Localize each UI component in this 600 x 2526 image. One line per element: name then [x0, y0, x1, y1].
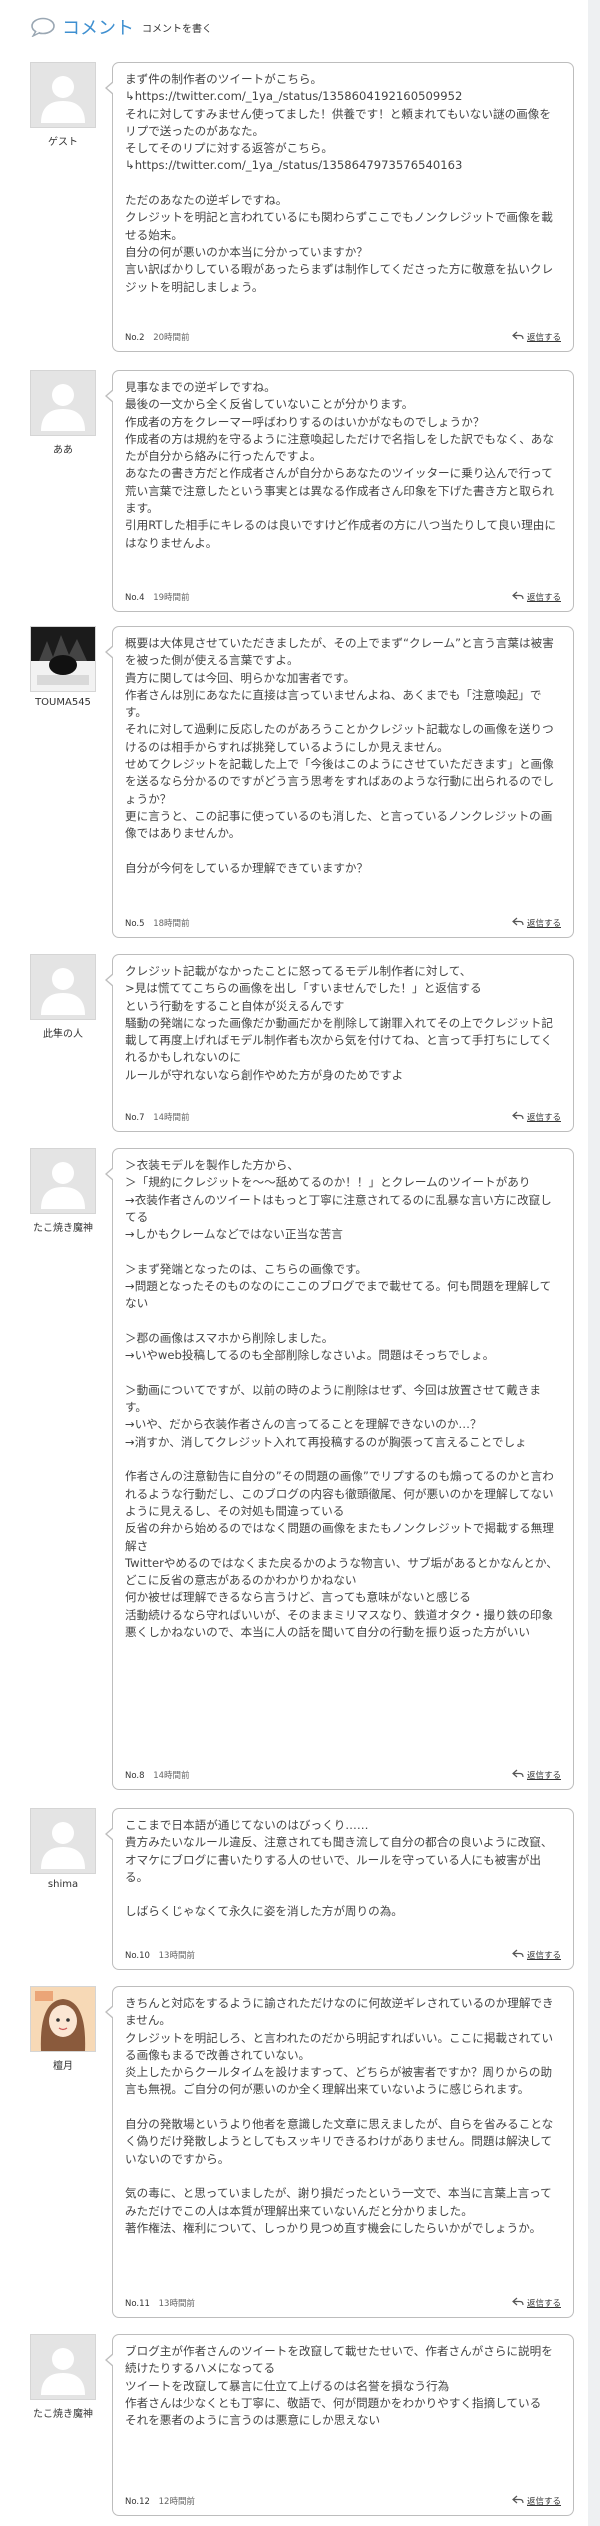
comment-body: ブログ主が作者さんのツイートを改竄して載せたせいで、作者さんがさらに説明を続けた… — [125, 2344, 553, 2428]
reply-button[interactable]: 返信する — [512, 1111, 561, 1123]
reply-button[interactable]: 返信する — [512, 1949, 561, 1961]
reply-button[interactable]: 返信する — [512, 2495, 561, 2507]
reply-arrow-icon — [512, 331, 524, 343]
reply-button[interactable]: 返信する — [512, 2297, 561, 2309]
reply-button[interactable]: 返信する — [512, 1769, 561, 1781]
comment-author: ああ — [30, 370, 96, 456]
comment-author: たこ焼き魔神 — [30, 2334, 96, 2420]
comment-card: ブログ主が作者さんのツイートを改竄して載せたせいで、作者さんがさらに説明を続けた… — [105, 2334, 574, 2516]
comment-timestamp: 18時間前 — [153, 919, 190, 929]
reply-arrow-icon — [512, 2297, 524, 2309]
comment-meta: No.2 20時間前 返信する — [125, 331, 561, 345]
author-name: 檀月 — [53, 2061, 73, 2072]
speech-bubble-icon — [30, 17, 56, 38]
author-name: ゲスト — [48, 137, 78, 148]
reply-label: 返信する — [526, 1951, 561, 1961]
avatar[interactable] — [30, 954, 96, 1020]
comment-number: No.10 — [125, 1951, 150, 1961]
comment-meta: No.11 13時間前 返信する — [125, 2297, 561, 2311]
reply-arrow-icon — [512, 591, 524, 603]
reply-label: 返信する — [526, 919, 561, 929]
comment-card: ここまで日本語が通じてないのはびっくり…… 貴方みたいなルール違反、注意されても… — [105, 1808, 574, 1970]
comment-body: 見事なまでの逆ギレですね。 最後の一文から全く反省していないことが分かります。 … — [125, 380, 556, 550]
comment-meta: No.7 14時間前 返信する — [125, 1111, 561, 1125]
comment-author: 此隼の人 — [30, 954, 96, 1040]
comment-number: No.8 — [125, 1771, 145, 1781]
reply-label: 返信する — [526, 1771, 561, 1781]
avatar[interactable] — [30, 62, 96, 128]
comment-author: shima — [30, 1808, 96, 1890]
comment-body: ここまで日本語が通じてないのはびっくり…… 貴方みたいなルール違反、注意されても… — [125, 1818, 553, 1919]
write-comment-link[interactable]: コメントを書く — [142, 20, 212, 35]
comment-card: 見事なまでの逆ギレですね。 最後の一文から全く反省していないことが分かります。 … — [105, 370, 574, 612]
avatar[interactable] — [30, 626, 96, 692]
comment-body: きちんと対応をするように諭されただけなのに何故逆ギレされているのか理解できません… — [125, 1996, 554, 2235]
comment-meta: No.4 19時間前 返信する — [125, 591, 561, 605]
avatar[interactable] — [30, 370, 96, 436]
comment-author: たこ焼き魔神 — [30, 1148, 96, 1234]
comment-body: ＞衣装モデルを製作した方から、 ＞「規約にクレジットを〜〜舐めてるのか！！」とク… — [125, 1158, 558, 1640]
comment-body: まず件の制作者のツイートがこちら。 ↳https://twitter.com/_… — [125, 72, 554, 294]
avatar[interactable] — [30, 1986, 96, 2052]
comment-body: 概要は大体見させていただきましたが、その上でまず“クレーム”と言う言葉は被害を被… — [125, 636, 554, 875]
comment-timestamp: 19時間前 — [153, 593, 190, 603]
comment-number: No.12 — [125, 2497, 150, 2507]
reply-label: 返信する — [526, 333, 561, 343]
comments-page: { "header": { "title": "コメント", "write_li… — [0, 0, 600, 2526]
avatar[interactable] — [30, 1808, 96, 1874]
page-scroll-rail[interactable] — [588, 0, 600, 2526]
reply-label: 返信する — [526, 2299, 561, 2309]
reply-button[interactable]: 返信する — [512, 331, 561, 343]
comment-timestamp: 13時間前 — [158, 2299, 195, 2309]
reply-button[interactable]: 返信する — [512, 917, 561, 929]
comment-timestamp: 13時間前 — [158, 1951, 195, 1961]
comment-body: クレジット記載がなかったことに怒ってるモデル制作者に対して、 >見は慌ててこちら… — [125, 964, 553, 1082]
comments-header: コメント コメントを書く — [30, 14, 212, 40]
author-name: TOUMA545 — [35, 697, 91, 708]
comment-number: No.2 — [125, 333, 145, 343]
avatar[interactable] — [30, 2334, 96, 2400]
reply-label: 返信する — [526, 593, 561, 603]
comment-number: No.7 — [125, 1113, 145, 1123]
reply-arrow-icon — [512, 1769, 524, 1781]
comment-card: クレジット記載がなかったことに怒ってるモデル制作者に対して、 >見は慌ててこちら… — [105, 954, 574, 1132]
comment-number: No.5 — [125, 919, 145, 929]
comment-meta: No.5 18時間前 返信する — [125, 917, 561, 931]
comment-timestamp: 20時間前 — [153, 333, 190, 343]
comment-author: 檀月 — [30, 1986, 96, 2072]
comment-card: きちんと対応をするように諭されただけなのに何故逆ギレされているのか理解できません… — [105, 1986, 574, 2318]
comment-meta: No.8 14時間前 返信する — [125, 1769, 561, 1783]
comment-card: ＞衣装モデルを製作した方から、 ＞「規約にクレジットを〜〜舐めてるのか！！」とク… — [105, 1148, 574, 1790]
reply-label: 返信する — [526, 2497, 561, 2507]
comment-card: まず件の制作者のツイートがこちら。 ↳https://twitter.com/_… — [105, 62, 574, 352]
comments-title: コメント — [62, 18, 134, 39]
reply-arrow-icon — [512, 2495, 524, 2507]
reply-arrow-icon — [512, 917, 524, 929]
author-name: 此隼の人 — [43, 1029, 83, 1040]
reply-arrow-icon — [512, 1949, 524, 1961]
avatar[interactable] — [30, 1148, 96, 1214]
comment-timestamp: 14時間前 — [153, 1771, 190, 1781]
comment-author: TOUMA545 — [30, 626, 96, 708]
reply-arrow-icon — [512, 1111, 524, 1123]
comment-meta: No.12 12時間前 返信する — [125, 2495, 561, 2509]
comment-meta: No.10 13時間前 返信する — [125, 1949, 561, 1963]
author-name: たこ焼き魔神 — [33, 2409, 93, 2420]
comment-timestamp: 12時間前 — [158, 2497, 195, 2507]
comment-author: ゲスト — [30, 62, 96, 148]
reply-label: 返信する — [526, 1113, 561, 1123]
reply-button[interactable]: 返信する — [512, 591, 561, 603]
comment-number: No.11 — [125, 2299, 150, 2309]
author-name: shima — [47, 1879, 79, 1890]
comment-card: 概要は大体見させていただきましたが、その上でまず“クレーム”と言う言葉は被害を被… — [105, 626, 574, 938]
author-name: ああ — [53, 445, 73, 456]
comment-number: No.4 — [125, 593, 145, 603]
comment-timestamp: 14時間前 — [153, 1113, 190, 1123]
author-name: たこ焼き魔神 — [33, 1223, 93, 1234]
